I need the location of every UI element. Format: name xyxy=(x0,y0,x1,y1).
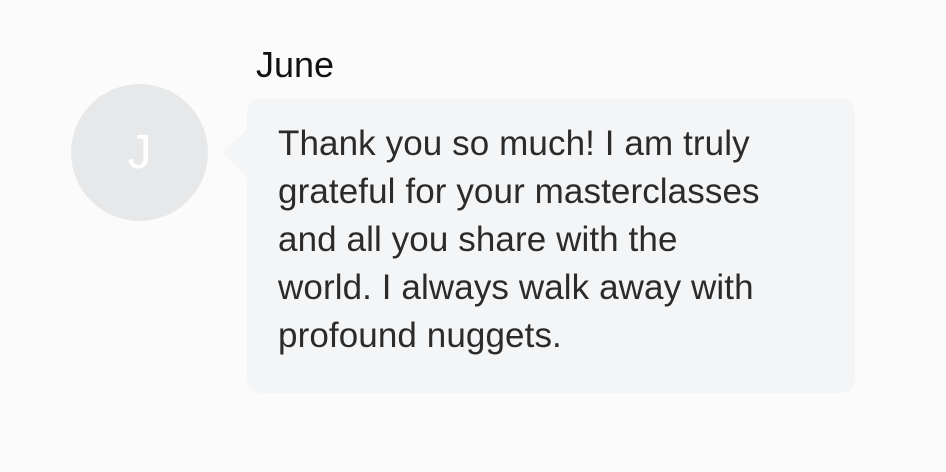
message-line: profound nuggets. xyxy=(278,316,562,355)
message-text: Thank you so much! I am truly grateful f… xyxy=(278,120,827,360)
avatar[interactable]: J xyxy=(71,84,208,221)
avatar-initial: J xyxy=(127,125,152,179)
message-line: and all you share with the xyxy=(278,220,678,259)
message-bubble: Thank you so much! I am truly grateful f… xyxy=(247,98,855,393)
sender-name: June xyxy=(256,44,335,85)
message-line: world. I always walk away with xyxy=(278,268,754,307)
message-line: grateful for your masterclasses xyxy=(278,172,760,211)
message-line: Thank you so much! I am truly xyxy=(278,124,750,163)
chat-message: June J Thank you so much! I am truly gra… xyxy=(0,0,946,472)
bubble-tail xyxy=(222,128,248,178)
